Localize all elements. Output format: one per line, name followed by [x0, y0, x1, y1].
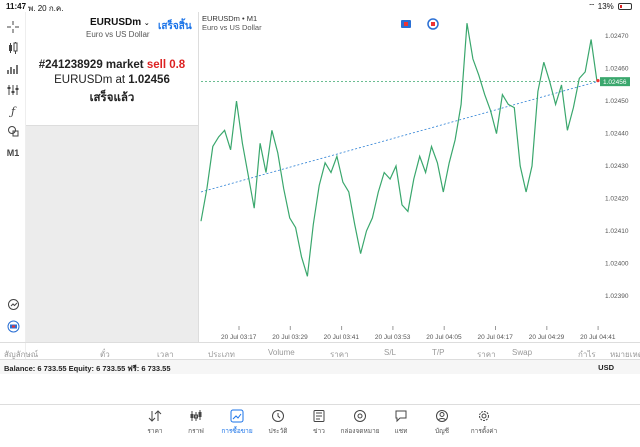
y-tick-label: 1.02420 [605, 195, 629, 202]
tab-history[interactable]: ประวัติ [258, 409, 298, 436]
empty-panel [26, 126, 198, 342]
tab-settings[interactable]: การตั้งค่า [464, 409, 504, 436]
y-tick-label: 1.02410 [605, 228, 629, 235]
account-currency: USD [598, 363, 614, 372]
tab-label: ประวัติ [268, 428, 288, 435]
flag-icon[interactable] [401, 20, 411, 28]
quotes-icon [135, 409, 175, 423]
trade-columns: สัญลักษณ์ ตั๋ว เวลา ประเภท Volume ราคา S/L T/P ร… [0, 342, 640, 360]
tab-quotes[interactable]: ราคา [135, 409, 175, 436]
trade-icon [217, 409, 257, 423]
tab-label: แชท [394, 428, 408, 435]
chart-toolbar: ƒ M1 [0, 12, 26, 367]
tab-trade[interactable]: การซื้อขาย [217, 409, 257, 436]
x-tick-label: 20 Jul 04:29 [529, 334, 565, 341]
x-tick-label: 20 Jul 03:41 [324, 334, 360, 341]
status-right: ⌔ 13% [588, 2, 632, 12]
settings-icon [464, 409, 504, 423]
chart-icon [176, 409, 216, 423]
column-header[interactable]: Swap [512, 348, 532, 357]
current-price-label: 1.02456 [600, 77, 630, 87]
order-status: เสร็จแล้ว [89, 92, 135, 104]
y-axis: 1.02470 1.02460 1.02450 1.02440 1.02430 1.024… [605, 33, 629, 300]
y-tick-label: 1.02450 [605, 98, 629, 105]
chat-icon [381, 409, 421, 423]
refresh-icon[interactable] [427, 18, 439, 30]
timeframe-button[interactable]: M1 [4, 144, 22, 162]
order-price-prefix: EURUSDm at [54, 74, 126, 86]
order-side: sell 0.8 [146, 59, 186, 71]
order-price: 1.02456 [128, 74, 170, 86]
tab-label: กล่องจดหมาย [340, 428, 380, 435]
bottom-tab-bar: ราคา กราฟ การซื้อขาย ประวัติ ข่าว กล่องจดหมาย… [0, 404, 640, 447]
tab-label: ราคา [147, 428, 163, 435]
symbol-name: EURUSDm [90, 17, 142, 28]
y-tick-label: 1.02400 [605, 260, 629, 267]
x-tick-label: 20 Jul 03:29 [272, 334, 308, 341]
x-tick-label: 20 Jul 03:53 [375, 334, 411, 341]
y-tick-label: 1.02470 [605, 33, 629, 40]
battery-percent: 13% [597, 2, 614, 11]
y-tick-label: 1.02390 [605, 293, 629, 300]
wifi-icon: ⌔ [587, 2, 596, 11]
x-axis: 20 Jul 03:17 20 Jul 03:29 20 Jul 03:41 20 J… [221, 326, 616, 341]
column-header[interactable]: S/L [384, 348, 396, 357]
svg-text:1.02456: 1.02456 [603, 79, 627, 86]
function-icon[interactable]: ƒ [4, 102, 22, 120]
x-tick-label: 20 Jul 04:05 [426, 334, 462, 341]
y-tick-label: 1.02440 [605, 131, 629, 138]
bars-icon[interactable] [4, 81, 22, 99]
tab-label: บัญชี [434, 428, 450, 435]
price-series-line [200, 23, 598, 277]
chart-canvas[interactable]: 1.02470 1.02460 1.02450 1.02440 1.02430 1.024… [199, 12, 640, 342]
y-tick-label: 1.02460 [605, 66, 629, 73]
order-prefix: #241238929 market [38, 59, 144, 71]
objects-icon[interactable] [4, 60, 22, 78]
tab-news[interactable]: ข่าว [299, 409, 339, 436]
order-line: #241238929 market sell 0.8 [26, 59, 198, 71]
x-tick-label: 20 Jul 04:17 [478, 334, 514, 341]
tab-chat[interactable]: แชท [381, 409, 421, 436]
search-chart-icon[interactable] [4, 295, 22, 313]
crosshair-icon[interactable] [4, 18, 22, 36]
status-bar: 11:47 พ. 20 ก.ค. ⌔ 13% [0, 0, 640, 13]
y-tick-label: 1.02430 [605, 163, 629, 170]
battery-icon [618, 3, 632, 10]
x-tick-label: 20 Jul 03:17 [221, 334, 257, 341]
tab-label: ข่าว [313, 428, 325, 435]
price-chart[interactable]: EURUSDm • M1 Euro vs US Dollar 1.02470 1.… [198, 12, 640, 342]
order-header: EURUSDm ⌄ Euro vs US Dollar เสร็จสิ้น [26, 12, 198, 45]
news-icon [299, 409, 339, 423]
symbol-selector[interactable]: EURUSDm ⌄ [90, 17, 150, 28]
tab-account[interactable]: บัญชี [422, 409, 462, 436]
symbol-description: Euro vs US Dollar [86, 30, 150, 39]
column-header[interactable]: Volume [268, 348, 295, 357]
history-icon [258, 409, 298, 423]
shapes-icon[interactable] [4, 122, 22, 140]
order-confirmation: #241238929 market sell 0.8 EURUSDm at 1.… [26, 45, 198, 126]
tab-chart[interactable]: กราฟ [176, 409, 216, 436]
status-time: 11:47 [6, 2, 27, 11]
balance-text: Balance: 6 733.55 Equity: 6 733.55 ฟรี: … [4, 364, 171, 373]
last-price-dot [596, 79, 600, 83]
tab-mailbox[interactable]: กล่องจดหมาย [340, 409, 380, 436]
x-tick-label: 20 Jul 04:41 [580, 334, 616, 341]
column-header[interactable]: T/P [432, 348, 444, 357]
order-price-line: EURUSDm at 1.02456 [26, 74, 198, 86]
tab-label: กราฟ [188, 428, 204, 435]
balance-bar: Balance: 6 733.55 Equity: 6 733.55 ฟรี: … [0, 360, 640, 374]
tab-label: การซื้อขาย [221, 428, 253, 435]
done-button[interactable]: เสร็จสิ้น [158, 19, 192, 34]
indicators-icon[interactable] [4, 39, 22, 57]
chart-top-icons [401, 18, 439, 30]
tab-label: การตั้งค่า [470, 428, 498, 435]
account-icon [422, 409, 462, 423]
one-click-trading-icon[interactable] [4, 317, 22, 335]
chevron-down-icon: ⌄ [143, 20, 150, 27]
mailbox-icon [340, 409, 380, 423]
